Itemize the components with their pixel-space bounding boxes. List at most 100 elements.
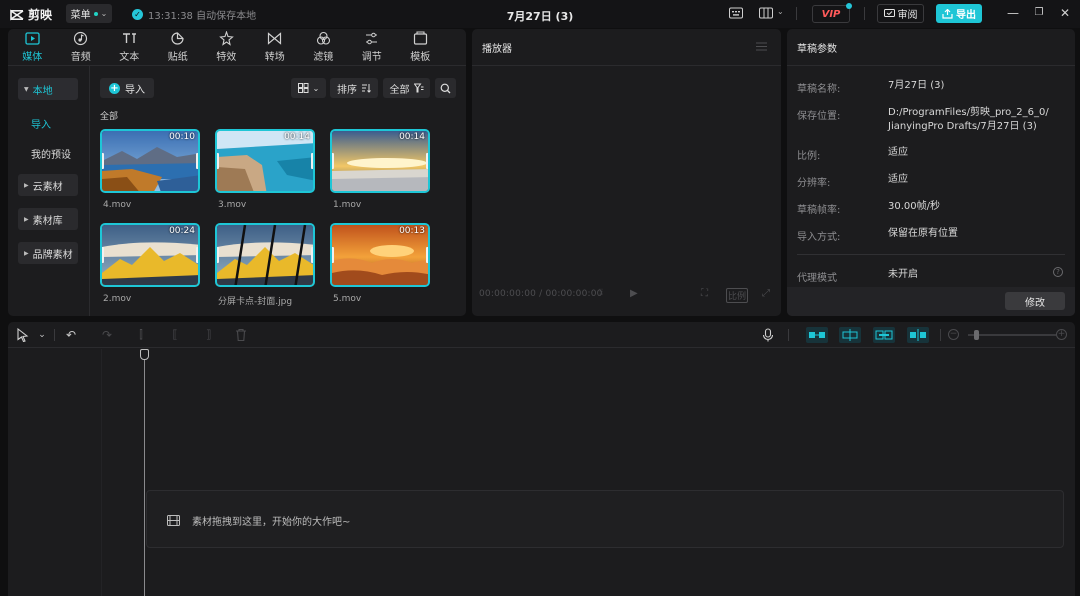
main-track-magnet-button[interactable] xyxy=(806,327,828,343)
duration-badge: 00:24 xyxy=(169,226,195,236)
filter-button[interactable]: 全部 xyxy=(383,78,430,98)
trim-handle-left[interactable] xyxy=(217,247,219,263)
media-item-2-mov[interactable]: 00:24 xyxy=(100,223,200,287)
tab-label: 模板 xyxy=(410,52,431,63)
trim-handle-right[interactable] xyxy=(426,247,428,263)
review-button[interactable]: 审阅 xyxy=(877,4,924,23)
media-item-4-mov[interactable]: 00:10 xyxy=(100,129,200,193)
play-icon[interactable]: ▶ xyxy=(630,288,638,299)
sidebar-item-cloud[interactable]: ▶ 云素材 xyxy=(18,174,78,196)
sort-button[interactable]: 排序 xyxy=(330,78,378,98)
media-item-1-mov[interactable]: 00:14 xyxy=(330,129,430,193)
layout-icon[interactable] xyxy=(759,7,775,19)
param-key: 草稿名称: xyxy=(797,84,841,95)
minimize-icon[interactable]: — xyxy=(1006,6,1020,20)
tab-template[interactable]: 模板 xyxy=(396,29,445,65)
split-screen-cover-thumbnail xyxy=(217,225,313,285)
aspect-ratio-button[interactable]: 比例 xyxy=(726,288,749,303)
trim-handle-left[interactable] xyxy=(332,153,334,169)
funnel-icon xyxy=(413,83,423,93)
chevron-down-icon[interactable]: ⌄ xyxy=(35,328,49,342)
tab-text[interactable]: 文本 xyxy=(105,29,154,65)
fullscreen-icon[interactable]: ⤢ xyxy=(762,288,770,299)
trim-right-icon[interactable]: ⟧ xyxy=(202,328,216,342)
timecode-current: 00:00:00:00 xyxy=(479,289,537,299)
zoom-slider-track[interactable] xyxy=(968,334,1056,336)
layout-chevron-icon[interactable]: ⌄ xyxy=(777,7,784,16)
timeline-marker-icon[interactable]: ⦙⦙ xyxy=(599,288,603,298)
search-icon xyxy=(440,83,451,93)
zoom-slider-handle[interactable] xyxy=(974,330,979,340)
tab-label: 音频 xyxy=(70,52,91,63)
tab-audio[interactable]: 音频 xyxy=(57,29,106,65)
redo-icon[interactable]: ↷ xyxy=(100,328,114,342)
player-menu-icon[interactable] xyxy=(756,42,767,51)
sidebar-item-label: 云素材 xyxy=(32,181,63,193)
tab-transition[interactable]: 转场 xyxy=(251,29,300,65)
export-button[interactable]: 导出 xyxy=(936,4,982,23)
fullscreen-focus-icon[interactable]: ⛶ xyxy=(701,288,708,299)
zoom-in-icon[interactable]: + xyxy=(1056,329,1067,340)
import-button[interactable]: + 导入 xyxy=(100,78,154,98)
param-key: 代理模式 xyxy=(797,273,837,284)
save-status-text: 13:31:38 自动保存本地 xyxy=(148,11,257,22)
main-track-drop-zone[interactable]: 素材拖拽到这里，开始你的大作吧~ xyxy=(146,490,1064,548)
param-key: 保存位置: xyxy=(797,111,841,122)
search-button[interactable] xyxy=(435,78,456,98)
audio-icon xyxy=(74,31,88,46)
tab-effects[interactable]: 特效 xyxy=(202,29,251,65)
vip-button[interactable]: VIP xyxy=(812,3,852,23)
trim-handle-left[interactable] xyxy=(102,153,104,169)
caret-right-icon: ▶ xyxy=(24,215,29,223)
sidebar-item-import[interactable]: 导入 xyxy=(31,116,51,131)
media-item-5-mov[interactable]: 00:13 xyxy=(330,223,430,287)
sidebar-item-local[interactable]: ▼ 本地 xyxy=(18,78,78,100)
split-icon[interactable]: ⫿ xyxy=(134,328,148,342)
select-cursor-icon[interactable] xyxy=(16,328,30,342)
restore-icon[interactable]: ❐ xyxy=(1032,6,1046,20)
modify-button[interactable]: 修改 xyxy=(1005,292,1065,310)
trim-handle-right[interactable] xyxy=(196,247,198,263)
playhead-line[interactable] xyxy=(144,352,145,596)
zoom-out-icon[interactable]: − xyxy=(948,329,959,340)
help-icon[interactable]: ? xyxy=(1053,267,1063,277)
chevron-down-icon: ⌄ xyxy=(312,83,320,93)
keyboard-shortcuts-icon[interactable] xyxy=(729,7,743,19)
sidebar-item-label: 素材库 xyxy=(32,215,63,227)
template-icon xyxy=(413,31,427,45)
duration-badge: 00:14 xyxy=(284,132,310,142)
media-tab-bar: 媒体 音频 文本 贴纸 特效 转场 滤镜 调节 模板 xyxy=(8,29,466,65)
microphone-icon[interactable] xyxy=(761,328,775,342)
media-item-3-mov[interactable]: 00:14 xyxy=(215,129,315,193)
sidebar-item-brand[interactable]: ▶ 品牌素材 xyxy=(18,242,78,264)
sidebar-item-library[interactable]: ▶ 素材库 xyxy=(18,208,78,230)
tab-filter[interactable]: 滤镜 xyxy=(299,29,348,65)
tab-media[interactable]: 媒体 xyxy=(8,29,57,65)
trim-handle-left[interactable] xyxy=(102,247,104,263)
trim-handle-right[interactable] xyxy=(426,153,428,169)
delete-icon[interactable] xyxy=(234,328,248,342)
trim-handle-right[interactable] xyxy=(311,153,313,169)
tab-sticker[interactable]: 贴纸 xyxy=(154,29,203,65)
trim-handle-left[interactable] xyxy=(217,153,219,169)
close-icon[interactable]: ✕ xyxy=(1058,6,1072,20)
auto-snap-button[interactable] xyxy=(839,327,861,343)
sticker-icon xyxy=(171,32,184,45)
media-item-split-cover-jpg[interactable] xyxy=(215,223,315,287)
trim-left-icon[interactable]: ⟦ xyxy=(168,328,182,342)
view-mode-button[interactable]: ⌄ xyxy=(291,78,326,98)
linkage-button[interactable] xyxy=(873,327,895,343)
check-icon: ✓ xyxy=(132,9,143,20)
trim-handle-right[interactable] xyxy=(196,153,198,169)
preview-axis-button[interactable] xyxy=(907,327,929,343)
media-panel: 媒体 音频 文本 贴纸 特效 转场 滤镜 调节 模板 ▼ 本地 导入 我的预设 … xyxy=(8,29,466,316)
tab-adjust[interactable]: 调节 xyxy=(348,29,397,65)
undo-icon[interactable]: ↶ xyxy=(64,328,78,342)
tab-label: 滤镜 xyxy=(313,52,334,63)
tab-label: 转场 xyxy=(264,52,285,63)
playhead-handle[interactable] xyxy=(140,349,149,360)
trim-handle-right[interactable] xyxy=(311,247,313,263)
sidebar-item-my-presets[interactable]: 我的预设 xyxy=(31,146,71,161)
menu-button[interactable]: 菜单 ⌄ xyxy=(66,4,112,23)
trim-handle-left[interactable] xyxy=(332,247,334,263)
